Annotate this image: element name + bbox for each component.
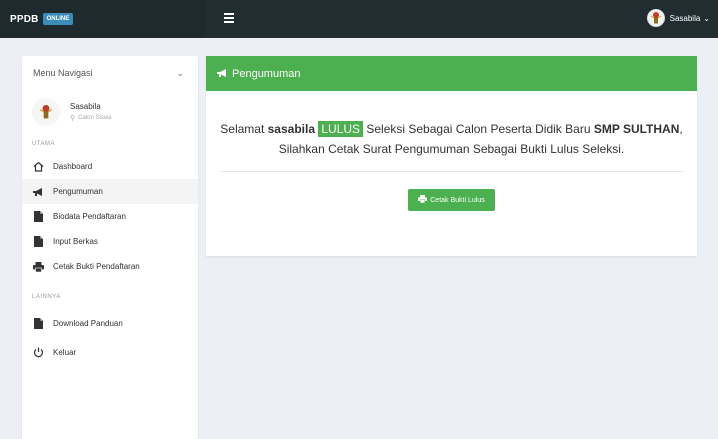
status-badge: LULUS — [318, 121, 364, 137]
map-pin-icon: ⚲ — [70, 115, 76, 122]
emblem-icon — [39, 105, 53, 119]
hamburger-menu-icon[interactable] — [224, 13, 234, 23]
sidebar-item-keluar[interactable]: Keluar — [22, 340, 198, 365]
bullhorn-icon — [32, 186, 44, 198]
sidebar-item-input-berkas[interactable]: Input Berkas — [22, 229, 198, 254]
brand-name: PPDB — [10, 13, 39, 25]
student-name: sasabila — [267, 122, 315, 136]
sidebar-header-label: Menu Navigasi — [33, 68, 93, 78]
card-title: Pengumuman — [232, 67, 301, 80]
user-avatar — [646, 9, 665, 27]
announcement-message: Selamat sasabila LULUS Seleksi Sebagai C… — [220, 121, 683, 156]
sidebar-item-label: Cetak Bukti Pendaftaran — [53, 262, 140, 271]
user-panel-name: Sasabila — [70, 102, 101, 111]
power-icon — [32, 347, 44, 359]
print-icon — [32, 261, 44, 273]
section-label-utama: UTAMA — [32, 141, 56, 147]
sidebar-item-label: Download Panduan — [53, 319, 123, 328]
print-icon — [418, 195, 428, 205]
sidebar-item-pengumuman[interactable]: Pengumuman — [22, 179, 198, 204]
section-label-lainnya: LAINNYA — [32, 294, 61, 300]
announcement-card: Pengumuman Selamat sasabila LULUS Seleks… — [206, 56, 697, 256]
user-panel-role-label: Calon Siswa — [78, 115, 112, 121]
file-icon — [32, 211, 44, 223]
divider — [220, 171, 683, 172]
brand-logo[interactable]: PPDB ONLINE — [0, 0, 205, 38]
sidebar-item-label: Keluar — [53, 348, 77, 357]
file-icon — [32, 318, 44, 330]
sidebar: Menu Navigasi ⌄ Sasabila ⚲ Calon Siswa U… — [22, 56, 198, 439]
user-name: Sasabila — [669, 13, 701, 23]
chevron-down-icon[interactable]: ⌄ — [176, 68, 184, 79]
user-panel: Sasabila ⚲ Calon Siswa — [22, 90, 198, 134]
school-name: SMP SULTHAN — [593, 122, 680, 136]
sidebar-item-label: Dashboard — [53, 162, 93, 171]
home-icon — [32, 161, 44, 173]
user-menu[interactable]: Sasabila ⌄ — [646, 9, 710, 27]
card-body: Selamat sasabila LULUS Seleksi Sebagai C… — [206, 91, 697, 211]
user-panel-role: ⚲ Calon Siswa — [70, 114, 112, 122]
sidebar-item-label: Input Berkas — [53, 237, 98, 246]
sidebar-item-biodata-pendaftaran[interactable]: Biodata Pendaftaran — [22, 204, 198, 229]
sidebar-item-label: Pengumuman — [53, 187, 103, 196]
print-proof-button[interactable]: Cetak Bukti Lulus — [408, 189, 495, 211]
file-icon — [32, 236, 44, 248]
sidebar-item-download-panduan[interactable]: Download Panduan — [22, 311, 198, 336]
user-panel-avatar — [32, 98, 60, 126]
sidebar-item-dashboard[interactable]: Dashboard — [22, 154, 198, 179]
card-header: Pengumuman — [206, 56, 697, 91]
print-button-label: Cetak Bukti Lulus — [430, 196, 485, 204]
brand-badge: ONLINE — [42, 13, 74, 25]
emblem-icon — [650, 12, 661, 24]
sidebar-header[interactable]: Menu Navigasi ⌄ — [22, 56, 198, 90]
chevron-down-icon: ⌄ — [703, 13, 710, 23]
bullhorn-icon — [216, 65, 228, 83]
sidebar-item-label: Biodata Pendaftaran — [53, 212, 126, 221]
top-navbar: PPDB ONLINE Sasabila ⌄ — [0, 0, 718, 38]
sidebar-item-cetak-bukti-pendaftaran[interactable]: Cetak Bukti Pendaftaran — [22, 254, 198, 279]
